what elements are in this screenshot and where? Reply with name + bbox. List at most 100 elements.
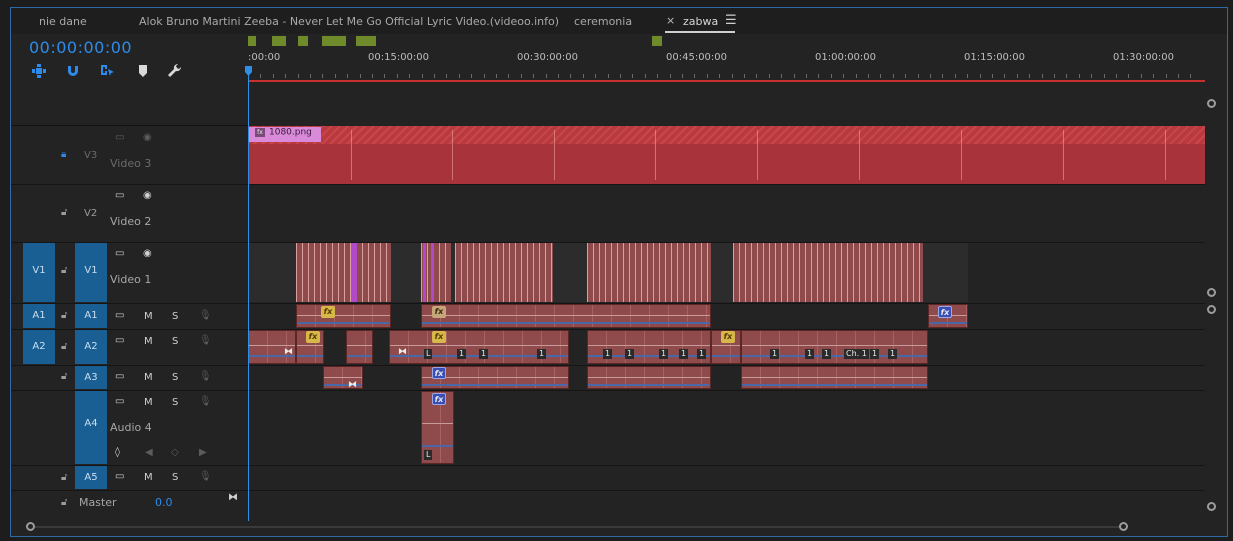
add-marker-icon[interactable] — [135, 63, 151, 79]
voice-over-record-mic-icon[interactable]: 🎙︎ — [199, 396, 212, 407]
tab-nie-dane[interactable]: nie dane — [39, 15, 87, 28]
source-patch-a2[interactable]: A2 — [23, 330, 55, 364]
effect-badge-icon[interactable]: fx — [721, 331, 735, 343]
effect-badge-icon[interactable]: fx — [432, 393, 446, 405]
tab-zabwa[interactable]: zabwa — [683, 15, 718, 28]
lock-track-icon[interactable]: 🔓︎ — [61, 497, 67, 508]
next-keyframe-icon[interactable]: ▶ — [199, 447, 207, 458]
playhead-timecode[interactable]: 00:00:00:00 — [29, 38, 132, 57]
scroll-right-knob[interactable] — [1119, 522, 1128, 531]
vertical-zoom-knob[interactable] — [1207, 288, 1216, 297]
time-ruler[interactable]: :00:00 00:15:00:00 00:30:00:00 00:45:00:… — [248, 36, 1205, 82]
show-keyframes-icon[interactable]: ◊ — [115, 447, 120, 458]
track-label-v2[interactable]: V2 — [84, 208, 97, 219]
toggle-sync-lock-icon[interactable]: ▭ — [115, 132, 124, 143]
transition-icon[interactable]: ⧓ — [398, 347, 407, 357]
video-clip[interactable] — [296, 243, 391, 302]
source-patch-v1[interactable]: V1 — [23, 243, 55, 302]
playhead-line[interactable] — [248, 66, 249, 521]
transition-icon[interactable]: ⧓ — [348, 380, 357, 390]
toggle-track-output-eye-icon[interactable]: ◉ — [143, 190, 152, 201]
work-area-bar[interactable] — [248, 80, 1205, 82]
lock-track-icon[interactable]: 🔓︎ — [61, 341, 67, 352]
solo-track-button[interactable]: S — [172, 336, 178, 347]
source-patch-a1[interactable]: A1 — [23, 304, 55, 328]
sequence-marker[interactable] — [322, 36, 346, 46]
mute-track-button[interactable]: M — [144, 397, 153, 408]
toggle-sync-lock-icon[interactable]: ▭ — [115, 310, 124, 321]
lock-track-icon[interactable]: 🔓︎ — [61, 472, 67, 483]
toggle-track-output-eye-icon[interactable]: ◉ — [143, 248, 152, 259]
horizontal-zoom-scrollbar[interactable] — [23, 521, 1203, 533]
effect-badge-icon[interactable]: fx — [432, 367, 446, 379]
audio-clip-a1[interactable] — [421, 304, 711, 328]
toggle-sync-lock-icon[interactable]: ▭ — [115, 471, 124, 482]
nest-sequence-icon[interactable] — [31, 63, 47, 79]
effect-badge-icon[interactable]: fx — [938, 306, 952, 318]
master-volume-value[interactable]: 0.0 — [155, 496, 173, 509]
voice-over-record-mic-icon[interactable]: 🎙︎ — [199, 471, 212, 482]
previous-keyframe-icon[interactable]: ◀ — [145, 447, 153, 458]
video-clip-transition[interactable] — [351, 243, 357, 302]
solo-track-button[interactable]: S — [172, 311, 178, 322]
track-target-a5[interactable]: A5 — [75, 466, 107, 489]
sequence-marker[interactable] — [356, 36, 376, 46]
lock-track-icon[interactable]: 🔓︎ — [61, 371, 67, 382]
sequence-marker[interactable] — [652, 36, 662, 46]
png-clip[interactable]: fx 1080.png — [249, 127, 321, 142]
voice-over-record-mic-icon[interactable]: 🎙︎ — [199, 310, 212, 321]
voice-over-record-mic-icon[interactable]: 🎙︎ — [199, 371, 212, 382]
solo-track-button[interactable]: S — [172, 397, 178, 408]
tab-alok-lyric-video[interactable]: Alok Bruno Martini Zeeba - Never Let Me … — [139, 15, 559, 28]
voice-over-record-mic-icon[interactable]: 🎙︎ — [199, 335, 212, 346]
scroll-left-knob[interactable] — [26, 522, 35, 531]
tab-ceremonia[interactable]: ceremonia — [574, 15, 632, 28]
audio-clip-a3[interactable] — [587, 366, 711, 389]
toggle-track-output-eye-icon[interactable]: ◉ — [143, 132, 152, 143]
mute-track-button[interactable]: M — [144, 311, 153, 322]
effect-badge-icon[interactable]: fx — [432, 331, 446, 343]
audio-clip-a3[interactable] — [741, 366, 928, 389]
video-clip[interactable] — [587, 243, 711, 302]
track-label-v3[interactable]: V3 — [84, 150, 97, 161]
effect-badge-icon[interactable]: fx — [306, 331, 320, 343]
mute-track-button[interactable]: M — [144, 372, 153, 383]
sequence-marker[interactable] — [248, 36, 256, 46]
lock-track-icon[interactable]: 🔓︎ — [61, 265, 67, 276]
sequence-marker[interactable] — [298, 36, 308, 46]
track-target-a1[interactable]: A1 — [75, 304, 107, 328]
vertical-zoom-knob[interactable] — [1207, 305, 1216, 314]
vertical-zoom-knob[interactable] — [1207, 99, 1216, 108]
video-clip-transition[interactable] — [431, 243, 434, 302]
effect-badge-icon[interactable]: fx — [432, 306, 446, 318]
track-target-a3[interactable]: A3 — [75, 366, 107, 389]
timeline-settings-wrench-icon[interactable] — [167, 63, 183, 79]
toggle-sync-lock-icon[interactable]: ▭ — [115, 190, 124, 201]
video-clip-transition[interactable] — [423, 243, 426, 302]
audio-clip-a2[interactable] — [346, 330, 373, 364]
tab-close-icon[interactable]: × — [666, 14, 675, 27]
vertical-zoom-knob[interactable] — [1207, 502, 1216, 511]
mute-track-button[interactable]: M — [144, 336, 153, 347]
solo-track-button[interactable]: S — [172, 472, 178, 483]
toggle-sync-lock-icon[interactable]: ▭ — [115, 248, 124, 259]
snap-magnet-icon[interactable] — [65, 63, 81, 79]
add-keyframe-icon[interactable]: ◇ — [171, 447, 179, 458]
toggle-sync-lock-icon[interactable]: ▭ — [115, 335, 124, 346]
linked-selection-icon[interactable] — [99, 63, 115, 79]
lock-track-icon[interactable]: 🔓︎ — [61, 310, 67, 321]
v3-graphics-clip-band[interactable] — [248, 126, 1205, 184]
audio-clip-a1[interactable] — [296, 304, 391, 328]
lock-track-icon[interactable]: 🔓︎ — [61, 207, 67, 218]
sequence-marker[interactable] — [272, 36, 286, 46]
mute-track-button[interactable]: M — [144, 472, 153, 483]
video-clip[interactable] — [733, 243, 923, 302]
transition-icon[interactable]: ⧓ — [284, 347, 293, 357]
effect-badge-icon[interactable]: fx — [321, 306, 335, 318]
audio-clip-a3[interactable] — [323, 366, 363, 389]
track-target-a4[interactable]: A4 — [75, 391, 107, 464]
track-target-v1[interactable]: V1 — [75, 243, 107, 302]
toggle-sync-lock-icon[interactable]: ▭ — [115, 396, 124, 407]
lock-track-icon[interactable]: 🔒︎ — [61, 149, 66, 160]
video-clip[interactable] — [455, 243, 553, 302]
